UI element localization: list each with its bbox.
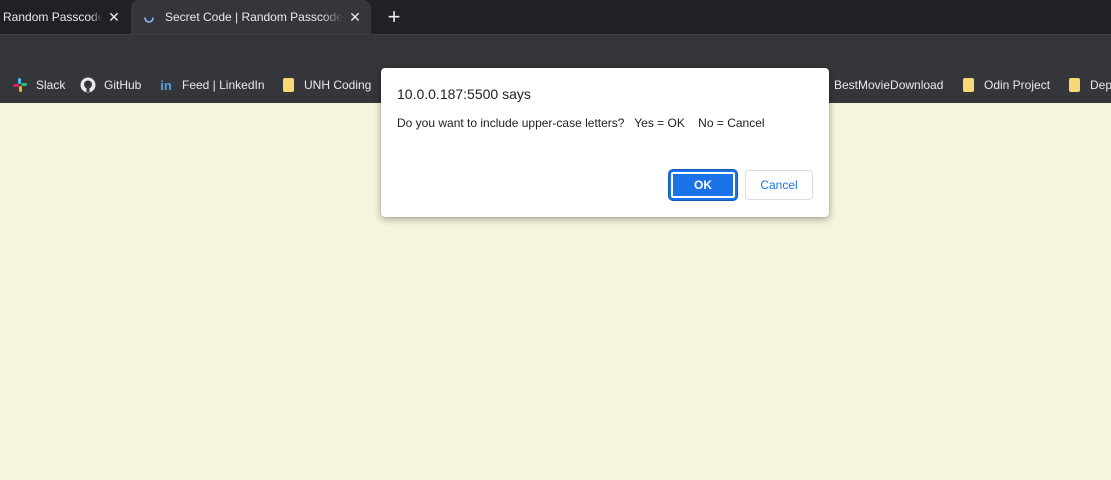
tab-title: Secret Code | Random Passcode G (165, 10, 343, 24)
bookmark-slack[interactable]: Slack (12, 76, 65, 94)
folder-icon (960, 77, 976, 93)
tab-title: Random Passcode G (3, 10, 102, 24)
bookmark-github[interactable]: GitHub (80, 76, 141, 94)
cancel-button[interactable]: Cancel (745, 170, 813, 200)
loading-spinner-icon (144, 17, 154, 23)
folder-icon (280, 77, 296, 93)
tab-random-passcode[interactable]: Random Passcode G ✕ (0, 0, 130, 34)
tab-strip: Random Passcode G ✕ Secret Code | Random… (0, 0, 1111, 35)
linkedin-icon: in (160, 77, 172, 93)
close-icon[interactable]: ✕ (106, 9, 122, 25)
bookmark-label: Odin Project (984, 78, 1051, 92)
bookmark-label: Slack (36, 78, 66, 92)
dialog-origin: 10.0.0.187:5500 says (397, 86, 531, 102)
bookmark-label: BestMovieDownload (834, 78, 944, 92)
bookmark-label: Feed | LinkedIn (182, 78, 265, 92)
tab-secret-code[interactable]: Secret Code | Random Passcode G ✕ (131, 0, 371, 34)
bookmark-dep[interactable]: Dep (1066, 76, 1111, 94)
folder-icon (1066, 77, 1082, 93)
alert-dialog: 10.0.0.187:5500 says Do you want to incl… (381, 68, 829, 217)
address-toolbar (0, 35, 1111, 67)
dialog-message: Do you want to include upper-case letter… (397, 116, 765, 130)
ok-button[interactable]: OK (669, 170, 737, 200)
bookmark-odin-project[interactable]: Odin Project (960, 76, 1050, 94)
slack-icon (12, 77, 28, 93)
github-icon (80, 77, 96, 93)
bookmark-linkedin[interactable]: in Feed | LinkedIn (158, 76, 265, 94)
bookmark-label: GitHub (104, 78, 142, 92)
new-tab-button[interactable]: + (382, 5, 406, 29)
close-icon[interactable]: ✕ (347, 9, 363, 25)
bookmark-label: Dep (1090, 78, 1111, 92)
bookmark-label: UNH Coding (304, 78, 372, 92)
bookmark-bestmoviedownload[interactable]: BestMovieDownload (834, 76, 943, 94)
bookmark-unh-coding[interactable]: UNH Coding (280, 76, 371, 94)
